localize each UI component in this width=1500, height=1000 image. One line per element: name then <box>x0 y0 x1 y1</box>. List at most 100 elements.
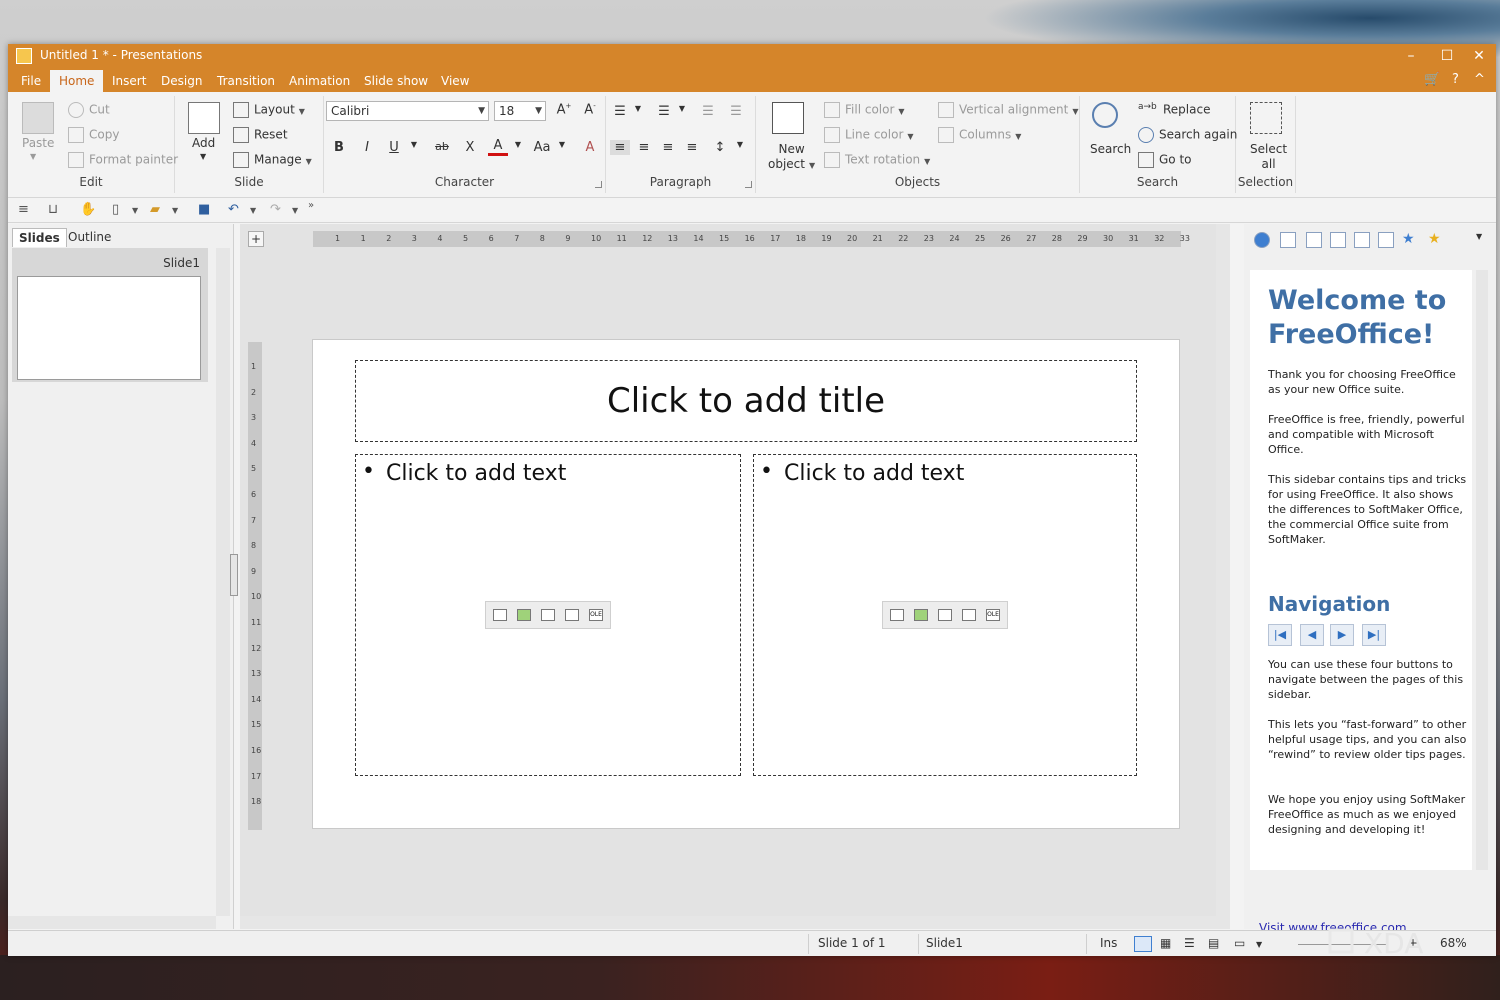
font-color-button[interactable]: A <box>488 138 508 156</box>
redo-icon[interactable]: ↷ <box>270 202 281 217</box>
tab-slides[interactable]: Slides <box>12 228 67 247</box>
add-slide-button[interactable]: Add <box>192 136 215 150</box>
normal-view-icon[interactable] <box>1134 936 1152 952</box>
slides-pane-hscrollbar[interactable] <box>8 916 216 929</box>
fill-color-button[interactable]: Fill color ▼ <box>824 102 905 118</box>
underline-dropdown[interactable]: ▼ <box>404 140 424 149</box>
picture-icon[interactable] <box>517 609 531 621</box>
sidebar-page-icon[interactable] <box>1280 232 1296 248</box>
numbering-dropdown[interactable]: ▼ <box>672 104 692 113</box>
outline-view-icon[interactable]: ☰ <box>1184 936 1195 950</box>
redo-dropdown[interactable]: ▼ <box>292 206 298 215</box>
align-left-icon[interactable]: ≡ <box>610 140 630 155</box>
hand-icon[interactable]: ✋ <box>80 202 96 217</box>
slide-sorter-icon[interactable]: ▦ <box>1160 936 1171 950</box>
tab-slideshow[interactable]: Slide show <box>355 72 437 92</box>
new-document-dropdown[interactable]: ▼ <box>132 206 138 215</box>
chart-icon[interactable] <box>541 609 555 621</box>
tab-file[interactable]: File <box>12 72 50 92</box>
slide-thumbnail-item[interactable]: Slide1 <box>12 248 208 382</box>
select-all-button[interactable]: Select all <box>1250 142 1287 172</box>
minimize-button[interactable]: – <box>1396 46 1426 66</box>
workspace-hscrollbar[interactable] <box>240 916 1216 929</box>
font-size-combo[interactable]: 18 ▼ <box>494 101 546 121</box>
table-icon[interactable] <box>890 609 904 621</box>
change-case-button[interactable]: Aa <box>532 140 552 155</box>
slide-canvas[interactable]: Click to add title • Click to add text O… <box>312 339 1180 829</box>
workspace-vscrollbar[interactable] <box>1216 224 1230 929</box>
table-icon[interactable] <box>493 609 507 621</box>
manage-button[interactable]: Manage ▼ <box>233 152 312 168</box>
tab-insert[interactable]: Insert <box>103 72 155 92</box>
bullets-dropdown[interactable]: ▼ <box>628 104 648 113</box>
picture-icon[interactable] <box>914 609 928 621</box>
tab-view[interactable]: View <box>432 72 478 92</box>
nav-prev-button[interactable]: ◀ <box>1300 624 1324 646</box>
nav-next-button[interactable]: ▶ <box>1330 624 1354 646</box>
increase-indent-icon[interactable]: ☰ <box>726 104 746 119</box>
search-button[interactable]: Search <box>1090 142 1131 156</box>
clear-formatting-button[interactable]: X <box>460 140 480 155</box>
text-rotation-button[interactable]: Text rotation ▼ <box>824 152 930 168</box>
font-color-dropdown[interactable]: ▼ <box>508 140 528 149</box>
font-name-combo[interactable]: Calibri ▼ <box>326 101 489 121</box>
character-dialog-launcher[interactable] <box>595 181 602 188</box>
bold-button[interactable]: B <box>329 140 349 155</box>
sidebar-layout-icon[interactable] <box>1354 232 1370 248</box>
sidebar-star-icon[interactable]: ★ <box>1428 232 1444 248</box>
insert-mode-status[interactable]: Ins <box>1100 936 1117 950</box>
sidebar-menu-dropdown[interactable]: ▼ <box>1476 232 1492 248</box>
more-commands-icon[interactable]: » <box>308 200 314 211</box>
ole-icon[interactable]: OLE <box>589 609 603 621</box>
collapse-ribbon-icon[interactable]: ^ <box>1474 72 1485 87</box>
justify-icon[interactable]: ≡ <box>682 140 702 155</box>
new-document-icon[interactable]: ▯ <box>112 202 119 217</box>
cut-button[interactable]: Cut <box>68 102 110 118</box>
notes-view-icon[interactable]: ▤ <box>1208 936 1219 950</box>
ole-icon[interactable]: OLE <box>986 609 1000 621</box>
copy-button[interactable]: Copy <box>68 127 119 143</box>
go-to-button[interactable]: Go to <box>1138 152 1192 168</box>
align-right-icon[interactable]: ≡ <box>658 140 678 155</box>
textframe-icon[interactable] <box>565 609 579 621</box>
tab-animation[interactable]: Animation <box>280 72 359 92</box>
right-content-placeholder[interactable]: • Click to add text OLE <box>753 454 1137 776</box>
help-icon[interactable]: ? <box>1452 72 1459 87</box>
sidebar-insert-icon[interactable] <box>1378 232 1394 248</box>
tab-transition[interactable]: Transition <box>208 72 284 92</box>
format-painter-button[interactable]: Format painter <box>68 152 178 168</box>
italic-button[interactable]: I <box>357 140 377 155</box>
open-folder-icon[interactable]: ▰ <box>150 202 160 217</box>
paste-dropdown[interactable]: ▼ <box>30 152 36 161</box>
undo-dropdown[interactable]: ▼ <box>250 206 256 215</box>
save-icon[interactable]: ■ <box>198 202 210 217</box>
sidebar-scrollbar[interactable] <box>1476 270 1488 870</box>
open-folder-dropdown[interactable]: ▼ <box>172 206 178 215</box>
grow-font-icon[interactable]: A+ <box>554 102 574 117</box>
align-center-icon[interactable]: ≡ <box>634 140 654 155</box>
decrease-indent-icon[interactable]: ☰ <box>698 104 718 119</box>
layout-button[interactable]: Layout ▼ <box>233 102 305 118</box>
columns-button[interactable]: Columns ▼ <box>938 127 1021 143</box>
line-color-button[interactable]: Line color ▼ <box>824 127 914 143</box>
sidebar-chart-icon[interactable] <box>1330 232 1346 248</box>
maximize-button[interactable]: ☐ <box>1432 46 1462 66</box>
undo-icon[interactable]: ↶ <box>228 202 239 217</box>
close-button[interactable]: ✕ <box>1464 46 1494 66</box>
pane-splitter-left[interactable] <box>230 554 238 596</box>
strikethrough-button[interactable]: ab <box>432 140 452 153</box>
replace-button[interactable]: a→b Replace <box>1138 102 1210 118</box>
cart-small-icon[interactable]: ⊔ <box>48 202 58 217</box>
tab-outline[interactable]: Outline <box>62 228 117 246</box>
info-icon[interactable] <box>1254 232 1270 248</box>
vertical-alignment-button[interactable]: Vertical alignment ▼ <box>938 102 1079 118</box>
cart-icon[interactable]: 🛒 <box>1424 72 1440 87</box>
underline-button[interactable]: U <box>384 140 404 155</box>
paste-button[interactable]: Paste <box>22 136 54 150</box>
sidebar-format-icon[interactable] <box>1306 232 1322 248</box>
reset-button[interactable]: Reset <box>233 127 288 143</box>
add-slide-dropdown[interactable]: ▼ <box>200 152 206 161</box>
textframe-icon[interactable] <box>962 609 976 621</box>
tab-design[interactable]: Design <box>152 72 211 92</box>
view-dropdown[interactable]: ▼ <box>1256 940 1262 949</box>
